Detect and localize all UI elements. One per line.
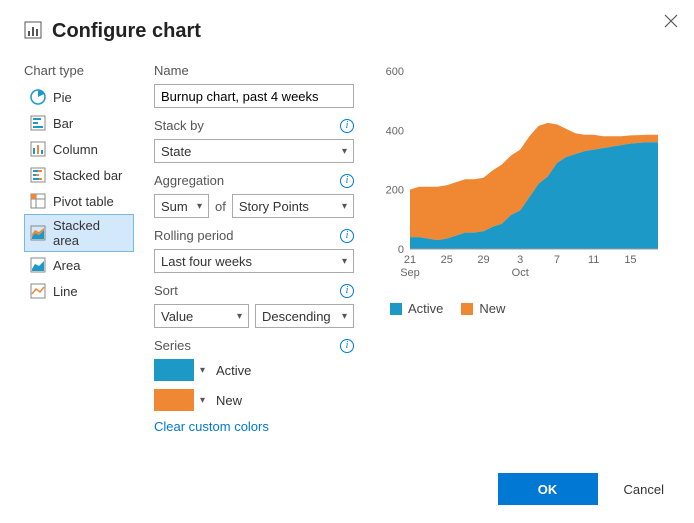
chart-type-pie[interactable]: Pie (24, 84, 134, 110)
name-input[interactable] (154, 84, 354, 108)
sort-by-select[interactable]: Value ▾ (154, 304, 249, 328)
stackby-select[interactable]: State ▾ (154, 139, 354, 163)
chevron-down-icon: ▾ (200, 365, 205, 376)
clear-colors-link[interactable]: Clear custom colors (154, 419, 354, 434)
stacked-area-icon (29, 224, 47, 242)
dialog-title: Configure chart (52, 20, 201, 43)
aggregation-joiner: of (215, 199, 226, 214)
chart-type-column[interactable]: Column (24, 136, 134, 162)
y-tick-label: 200 (386, 185, 404, 197)
series-color-picker[interactable]: ▾ (154, 359, 206, 381)
chart-preview: 020040060021Sep25293Oct71115 (374, 63, 664, 283)
aggregation-select[interactable]: Sum ▾ (154, 194, 209, 218)
chart-type-bar[interactable]: Bar (24, 110, 134, 136)
x-tick-label: 7 (554, 254, 560, 266)
aggregation-field-select[interactable]: Story Points ▾ (232, 194, 354, 218)
info-icon[interactable]: i (340, 339, 354, 353)
x-tick-label: 25 (441, 254, 453, 266)
x-tick-label: 3 (517, 254, 523, 266)
x-tick-label: 21 (404, 254, 416, 266)
info-icon[interactable]: i (340, 119, 354, 133)
chevron-down-icon: ▾ (200, 395, 205, 406)
x-tick-label: 29 (477, 254, 489, 266)
chart-type-area[interactable]: Area (24, 252, 134, 278)
series-color-picker[interactable]: ▾ (154, 389, 206, 411)
info-icon[interactable]: i (340, 284, 354, 298)
legend-label: New (479, 301, 505, 316)
x-tick-label: 11 (588, 254, 599, 266)
chart-icon (24, 21, 42, 42)
chart-type-stacked-area[interactable]: Stacked area (24, 214, 134, 252)
series-label: New (216, 393, 242, 408)
y-tick-label: 600 (386, 66, 404, 78)
cancel-button[interactable]: Cancel (618, 481, 670, 498)
legend-item: Active (390, 301, 443, 316)
chart-type-label: Bar (53, 116, 73, 131)
info-icon[interactable]: i (340, 174, 354, 188)
stacked-bar-icon (29, 166, 47, 184)
chart-type-label: Pivot table (53, 194, 114, 209)
sort-dir-select[interactable]: Descending ▾ (255, 304, 354, 328)
x-tick-month: Oct (512, 267, 529, 279)
chart-type-label: Pie (53, 90, 72, 105)
pie-icon (29, 88, 47, 106)
chevron-down-icon: ▾ (342, 201, 347, 212)
legend-item: New (461, 301, 505, 316)
close-icon[interactable] (664, 12, 678, 33)
chart-type-line[interactable]: Line (24, 278, 134, 304)
legend-swatch (461, 303, 473, 315)
line-icon (29, 282, 47, 300)
series-row: ▾ New (154, 389, 354, 411)
bar-icon (29, 114, 47, 132)
rolling-select[interactable]: Last four weeks ▾ (154, 249, 354, 273)
chart-type-label: Stacked bar (53, 168, 122, 183)
chevron-down-icon: ▾ (342, 256, 347, 267)
chart-type-label: Chart type (24, 63, 134, 78)
chart-type-label: Line (53, 284, 78, 299)
series-label: Active (216, 363, 251, 378)
chevron-down-icon: ▾ (342, 311, 347, 322)
sort-label: Sort (154, 283, 178, 298)
x-tick-label: 15 (624, 254, 636, 266)
chevron-down-icon: ▾ (342, 146, 347, 157)
series-label: Series (154, 338, 191, 353)
aggregation-label: Aggregation (154, 173, 224, 188)
ok-button[interactable]: OK (498, 473, 598, 505)
info-icon[interactable]: i (340, 229, 354, 243)
chart-type-label: Column (53, 142, 98, 157)
chart-type-pivot-table[interactable]: Pivot table (24, 188, 134, 214)
rolling-label: Rolling period (154, 228, 234, 243)
chart-type-label: Area (53, 258, 80, 273)
x-tick-month: Sep (400, 267, 420, 279)
name-label: Name (154, 63, 354, 78)
series-row: ▾ Active (154, 359, 354, 381)
area-icon (29, 256, 47, 274)
chart-type-stacked-bar[interactable]: Stacked bar (24, 162, 134, 188)
chevron-down-icon: ▾ (197, 201, 202, 212)
chart-type-label: Stacked area (53, 218, 129, 248)
legend-swatch (390, 303, 402, 315)
column-icon (29, 140, 47, 158)
pivot-table-icon (29, 192, 47, 210)
stackby-label: Stack by (154, 118, 204, 133)
y-tick-label: 400 (386, 125, 404, 137)
legend-label: Active (408, 301, 443, 316)
chevron-down-icon: ▾ (237, 311, 242, 322)
